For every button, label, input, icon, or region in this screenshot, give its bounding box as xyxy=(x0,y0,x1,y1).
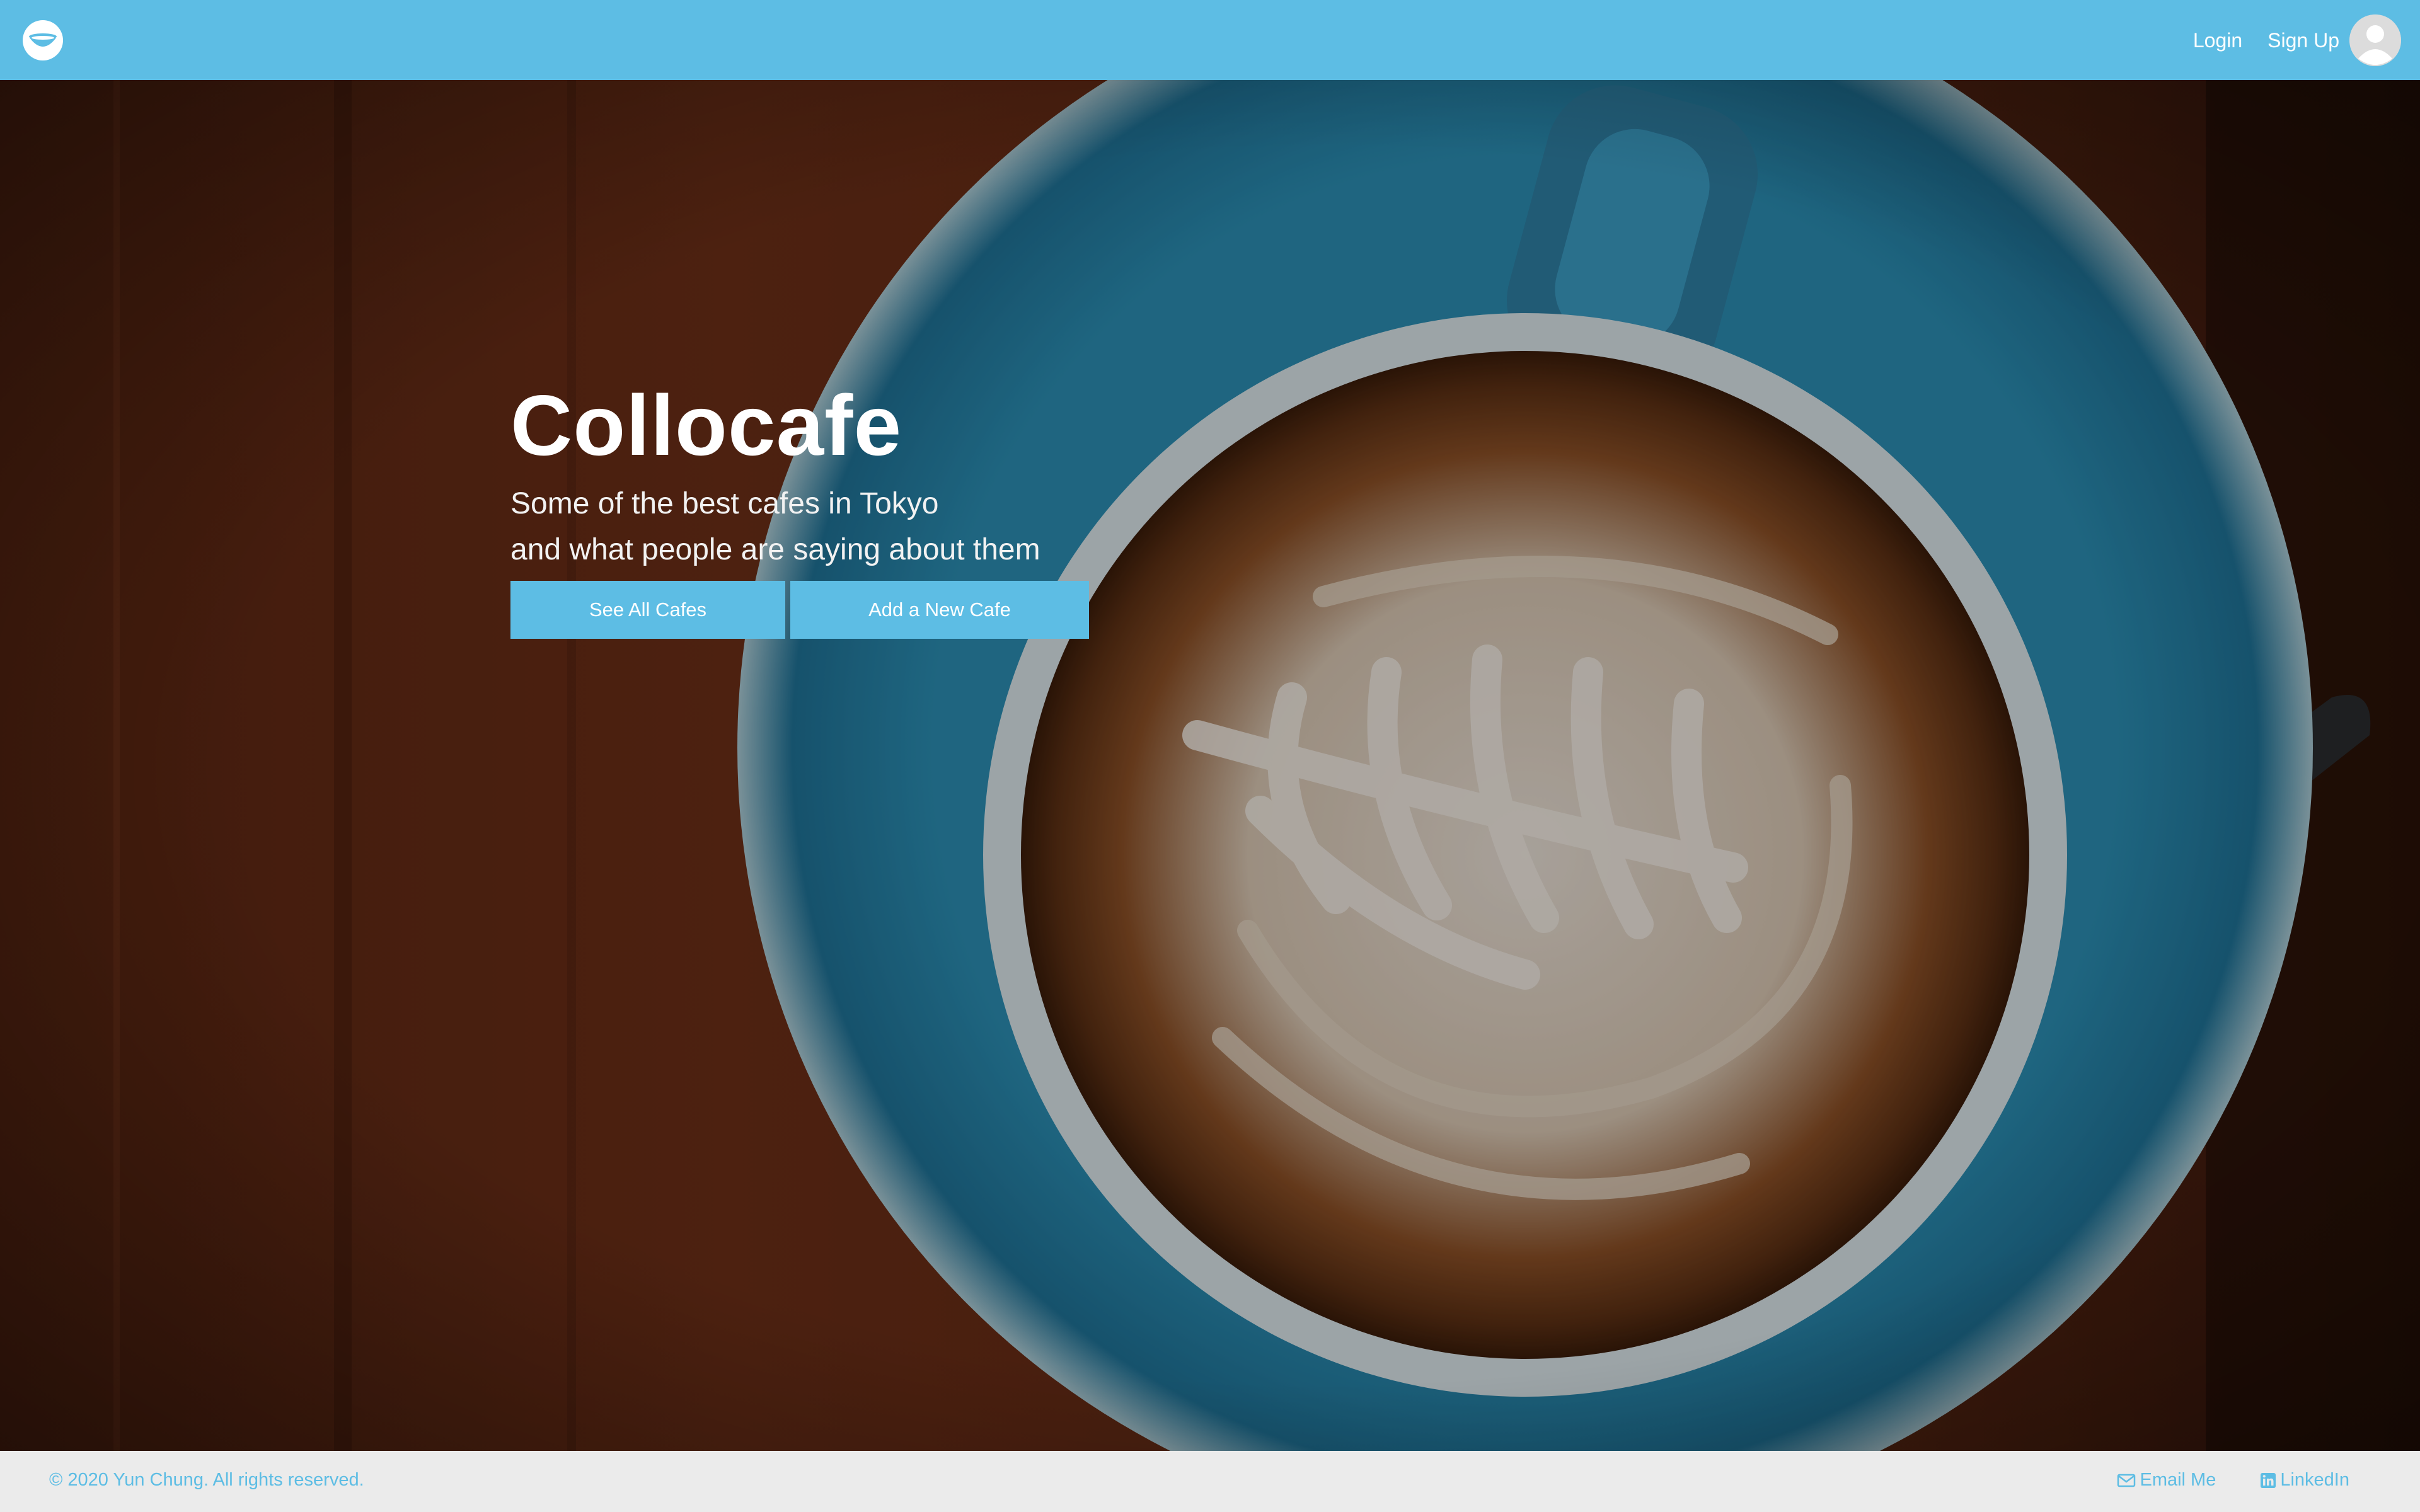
envelope-icon xyxy=(2118,1474,2136,1487)
email-me-link[interactable]: Email Me xyxy=(2117,1470,2216,1491)
see-all-cafes-button[interactable]: See All Cafes xyxy=(510,581,785,639)
hero-title: Collocafe xyxy=(510,377,902,473)
email-me-label: Email Me xyxy=(2140,1470,2216,1490)
user-avatar-icon[interactable] xyxy=(2349,14,2401,66)
nav-right: Login Sign Up xyxy=(2168,14,2401,67)
navbar: Login Sign Up xyxy=(0,0,2420,80)
page: Login Sign Up Collocafe Some of the best… xyxy=(0,0,2420,1512)
linkedin-icon xyxy=(2261,1472,2276,1488)
hero-subtitle-line2: and what people are saying about them xyxy=(510,533,1040,566)
footer: © 2020 Yun Chung. All rights reserved. E… xyxy=(0,1451,2420,1512)
copyright-text: © 2020 Yun Chung. All rights reserved. xyxy=(49,1470,364,1490)
hero-buttons: See All Cafes Add a New Cafe xyxy=(510,581,1267,639)
coffee-cup-icon xyxy=(23,20,63,60)
hero-content: Collocafe Some of the best cafes in Toky… xyxy=(510,382,1267,639)
footer-links: Email Me LinkedIn xyxy=(2073,1470,2349,1491)
latte-art-background xyxy=(0,80,2420,1451)
hero-section: Collocafe Some of the best cafes in Toky… xyxy=(0,80,2420,1451)
add-new-cafe-button[interactable]: Add a New Cafe xyxy=(790,581,1089,639)
linkedin-label: LinkedIn xyxy=(2280,1470,2349,1490)
signup-link[interactable]: Sign Up xyxy=(2267,29,2339,52)
linkedin-link[interactable]: LinkedIn xyxy=(2260,1470,2349,1491)
hero-subtitle-line1: Some of the best cafes in Tokyo xyxy=(510,487,939,520)
brand-logo[interactable] xyxy=(21,19,64,62)
login-link[interactable]: Login xyxy=(2193,29,2242,52)
